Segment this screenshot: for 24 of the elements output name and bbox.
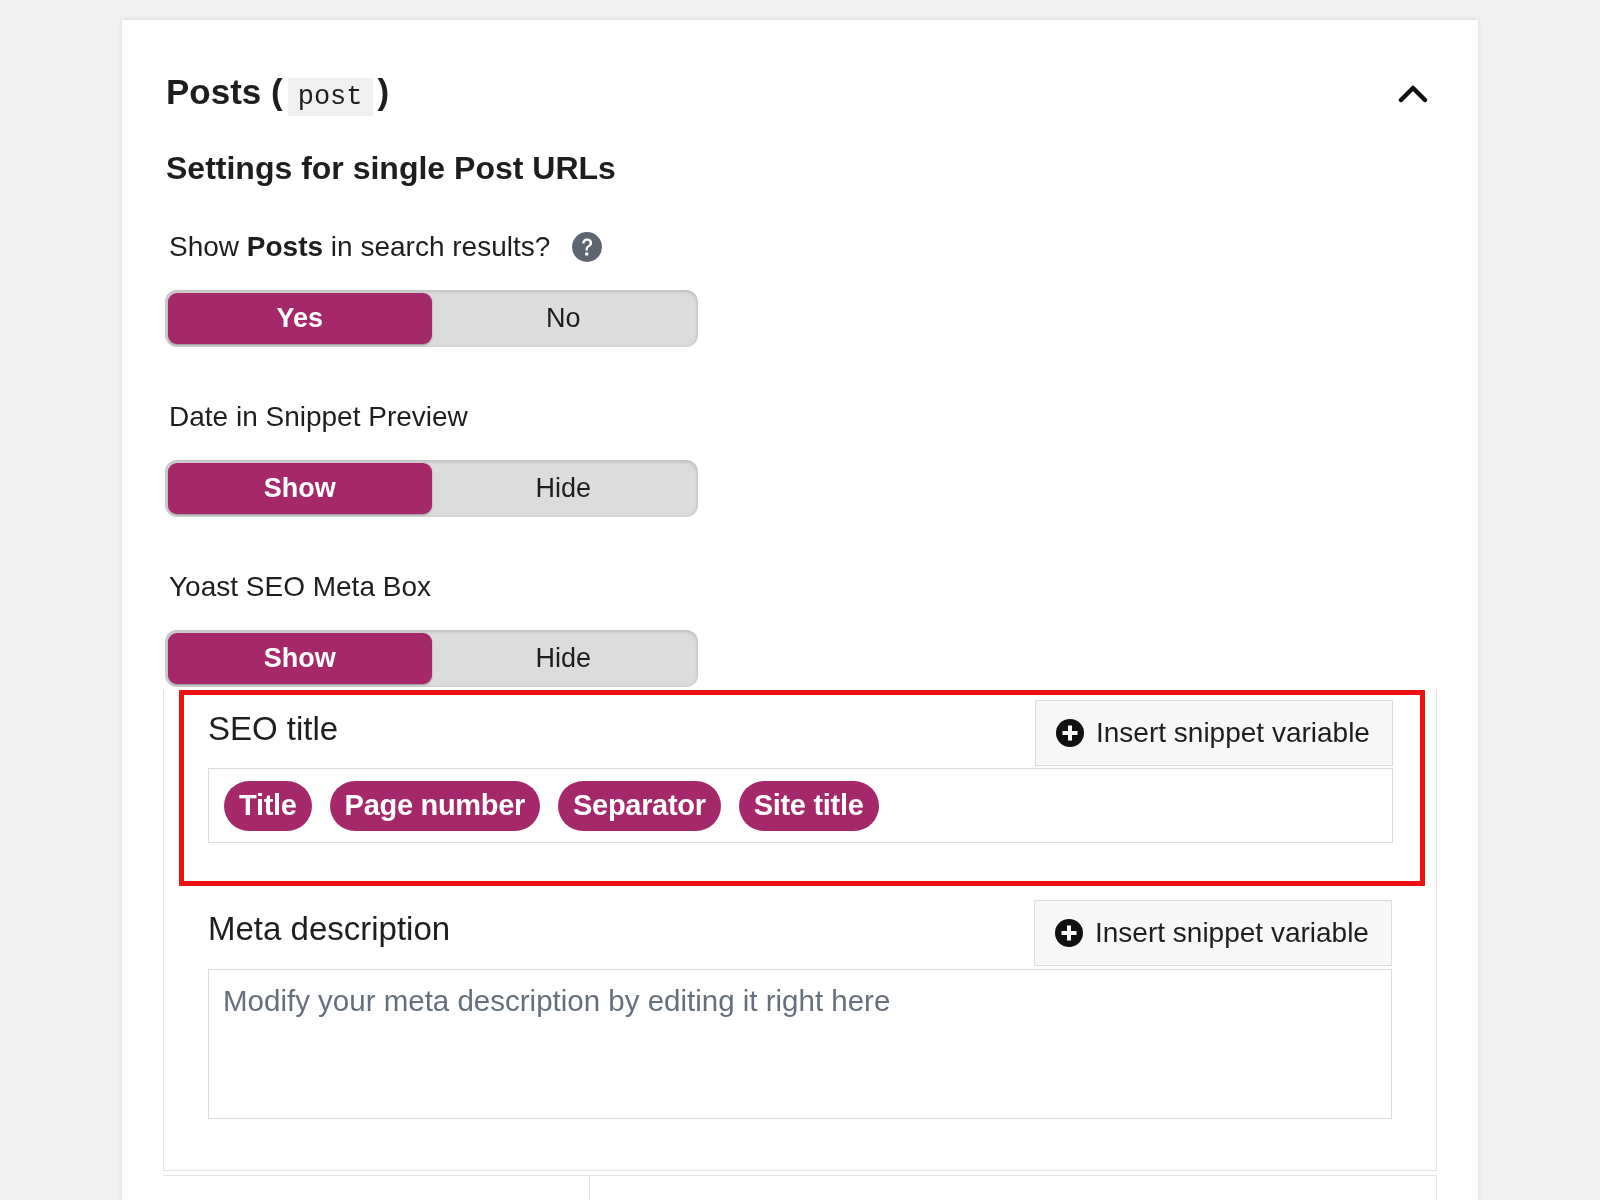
field-label: SEO title (208, 709, 339, 749)
help-icon[interactable] (572, 231, 603, 262)
description-input-field[interactable]: Modify your meta description by editing it right here (208, 969, 1392, 1119)
title-input-field[interactable]: Title Page number Separator Site title (208, 768, 1393, 843)
toggle-option[interactable]: Hide (431, 463, 695, 514)
toggle-option[interactable]: Hide (431, 633, 695, 684)
setting-label: Date in Snippet Preview (169, 400, 468, 433)
snippet-variable-tag: Page number (329, 780, 540, 831)
setting-label: Show Posts in search results? (169, 230, 551, 263)
plus-circle-icon (1055, 919, 1083, 947)
toggle-option[interactable]: Show (168, 463, 432, 514)
toggle-option[interactable]: No (431, 293, 695, 344)
section-subtitle: Settings for single Post URLs (166, 150, 617, 187)
snippet-variable-tag: Title (224, 780, 312, 831)
field-label: Meta description (208, 909, 451, 949)
insert-snippet-button[interactable]: Insert snippet variable (1035, 700, 1393, 766)
insert-snippet-button[interactable]: Insert snippet variable (1034, 900, 1392, 966)
toggle-option[interactable]: Show (168, 633, 432, 684)
setting-label: Yoast SEO Meta Box (169, 570, 431, 603)
section-title: Posts ( post ) (166, 70, 390, 118)
snippet-variable-tag: Site title (738, 780, 879, 831)
plus-circle-icon (1056, 719, 1084, 747)
toggle-option[interactable]: Yes (168, 293, 432, 344)
snippet-variable-tag: Separator (558, 780, 721, 831)
